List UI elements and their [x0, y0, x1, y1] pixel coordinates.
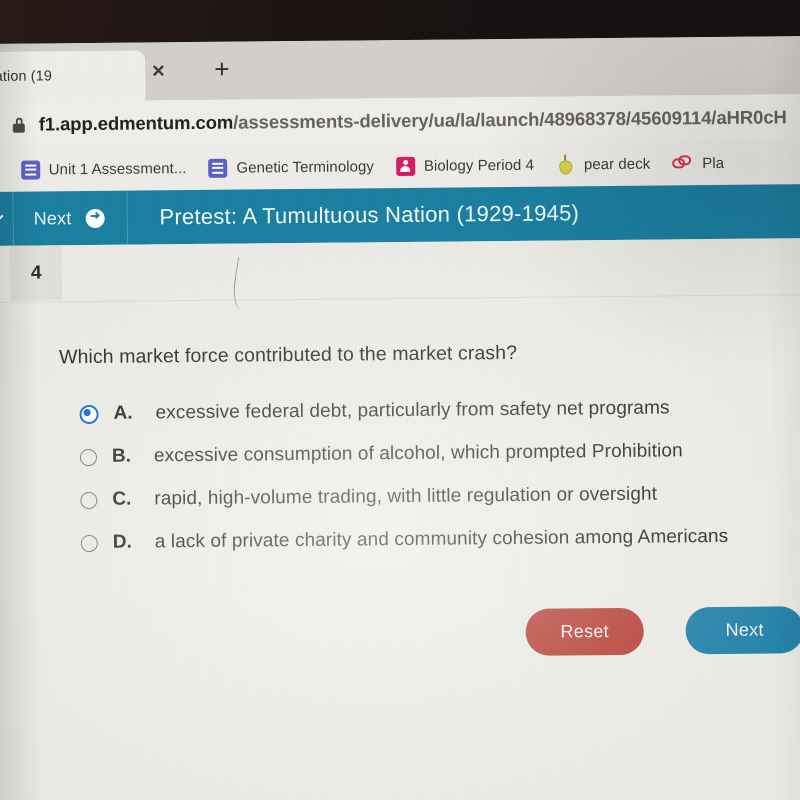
- screen-photo: ous Nation (19 ✕ + f1.app.edmentum.com/a…: [0, 0, 800, 800]
- sheets-icon: [208, 158, 228, 178]
- bookmark-item-unit-1-assessment[interactable]: Unit 1 Assessment...: [20, 159, 187, 180]
- bookmark-item-genetic-terminology[interactable]: Genetic Terminology: [208, 157, 374, 178]
- reset-button[interactable]: Reset: [525, 607, 644, 656]
- bookmark-label: pear deck: [583, 155, 651, 173]
- lock-icon: [12, 117, 25, 133]
- radio-button-a[interactable]: [79, 404, 99, 425]
- answer-option-text: excessive federal debt, particularly fro…: [155, 397, 670, 424]
- bookmark-label: Unit 1 Assessment...: [48, 159, 187, 178]
- address-bar[interactable]: f1.app.edmentum.com/assessments-delivery…: [0, 94, 800, 148]
- bookmark-item-pear-deck[interactable]: pear deck: [556, 154, 651, 175]
- question-text: Which market force contributed to the ma…: [58, 341, 518, 369]
- answer-option-text: excessive consumption of alcohol, which …: [153, 440, 683, 467]
- answer-option-letter: C.: [112, 488, 132, 510]
- assessment-header: Next Pretest: A Tumultuous Nation (1929-…: [0, 184, 800, 246]
- answer-option-letter: B.: [111, 445, 132, 467]
- bookmark-label: Biology Period 4: [423, 156, 535, 175]
- assessment-actions: Reset Next: [525, 606, 800, 656]
- page-title: Pretest: A Tumultuous Nation (1929-1945): [159, 200, 580, 230]
- radio-button-d[interactable]: [80, 534, 98, 553]
- assessment-body: 4 Which market force contributed to the …: [0, 238, 800, 800]
- screen-surface: ous Nation (19 ✕ + f1.app.edmentum.com/a…: [0, 36, 800, 800]
- address-bar-url: f1.app.edmentum.com/assessments-delivery…: [39, 106, 787, 135]
- question-number-badge: 4: [9, 245, 63, 301]
- url-path: /assessments-delivery/ua/la/launch/48968…: [233, 106, 787, 133]
- new-tab-button[interactable]: +: [214, 54, 229, 84]
- browser-tab-strip: ous Nation (19 ✕ +: [0, 36, 800, 103]
- bookmark-item-biology-period-4[interactable]: Biology Period 4: [395, 155, 535, 176]
- bookmarks-bar: arks Unit 1 Assessment... Genetic Termin…: [0, 140, 800, 192]
- link-icon: [672, 155, 693, 171]
- bookmark-label: Pla: [702, 154, 725, 172]
- answer-option-letter: D.: [112, 531, 132, 553]
- bookmark-item-pla[interactable]: Pla: [672, 154, 725, 172]
- browser-tab[interactable]: ous Nation (19: [0, 50, 146, 103]
- close-icon[interactable]: ✕: [151, 62, 165, 81]
- answer-option-text: rapid, high-volume trading, with little …: [154, 483, 658, 510]
- header-next-button[interactable]: Next: [13, 190, 128, 246]
- answer-option-letter: A.: [113, 402, 133, 424]
- answer-option-b[interactable]: B. excessive consumption of alcohol, whi…: [79, 439, 800, 468]
- question-number: 4: [30, 261, 42, 284]
- chevron-down-icon: [0, 206, 4, 227]
- answer-option-c[interactable]: C. rapid, high-volume trading, with litt…: [80, 482, 800, 511]
- url-host: f1.app.edmentum.com: [38, 111, 234, 135]
- answer-option-d[interactable]: D. a lack of private charity and communi…: [80, 525, 800, 554]
- pear-deck-icon: [556, 154, 575, 175]
- arrow-right-circle-icon: [85, 208, 105, 228]
- answer-option-text: a lack of private charity and community …: [154, 525, 729, 553]
- answer-options-list: A. excessive federal debt, particularly …: [79, 396, 800, 554]
- answer-option-a[interactable]: A. excessive federal debt, particularly …: [79, 396, 800, 425]
- radio-button-c[interactable]: [80, 491, 98, 510]
- sheets-icon: [20, 159, 40, 180]
- contacts-icon: [395, 156, 415, 176]
- radio-button-b[interactable]: [79, 448, 98, 467]
- question-number-row: 4: [0, 238, 800, 303]
- header-next-label: Next: [33, 207, 72, 229]
- bookmark-label: Genetic Terminology: [236, 157, 374, 177]
- header-menu-button[interactable]: [0, 191, 14, 246]
- browser-tab-title: ous Nation (19: [0, 68, 53, 86]
- next-button[interactable]: Next: [685, 606, 800, 655]
